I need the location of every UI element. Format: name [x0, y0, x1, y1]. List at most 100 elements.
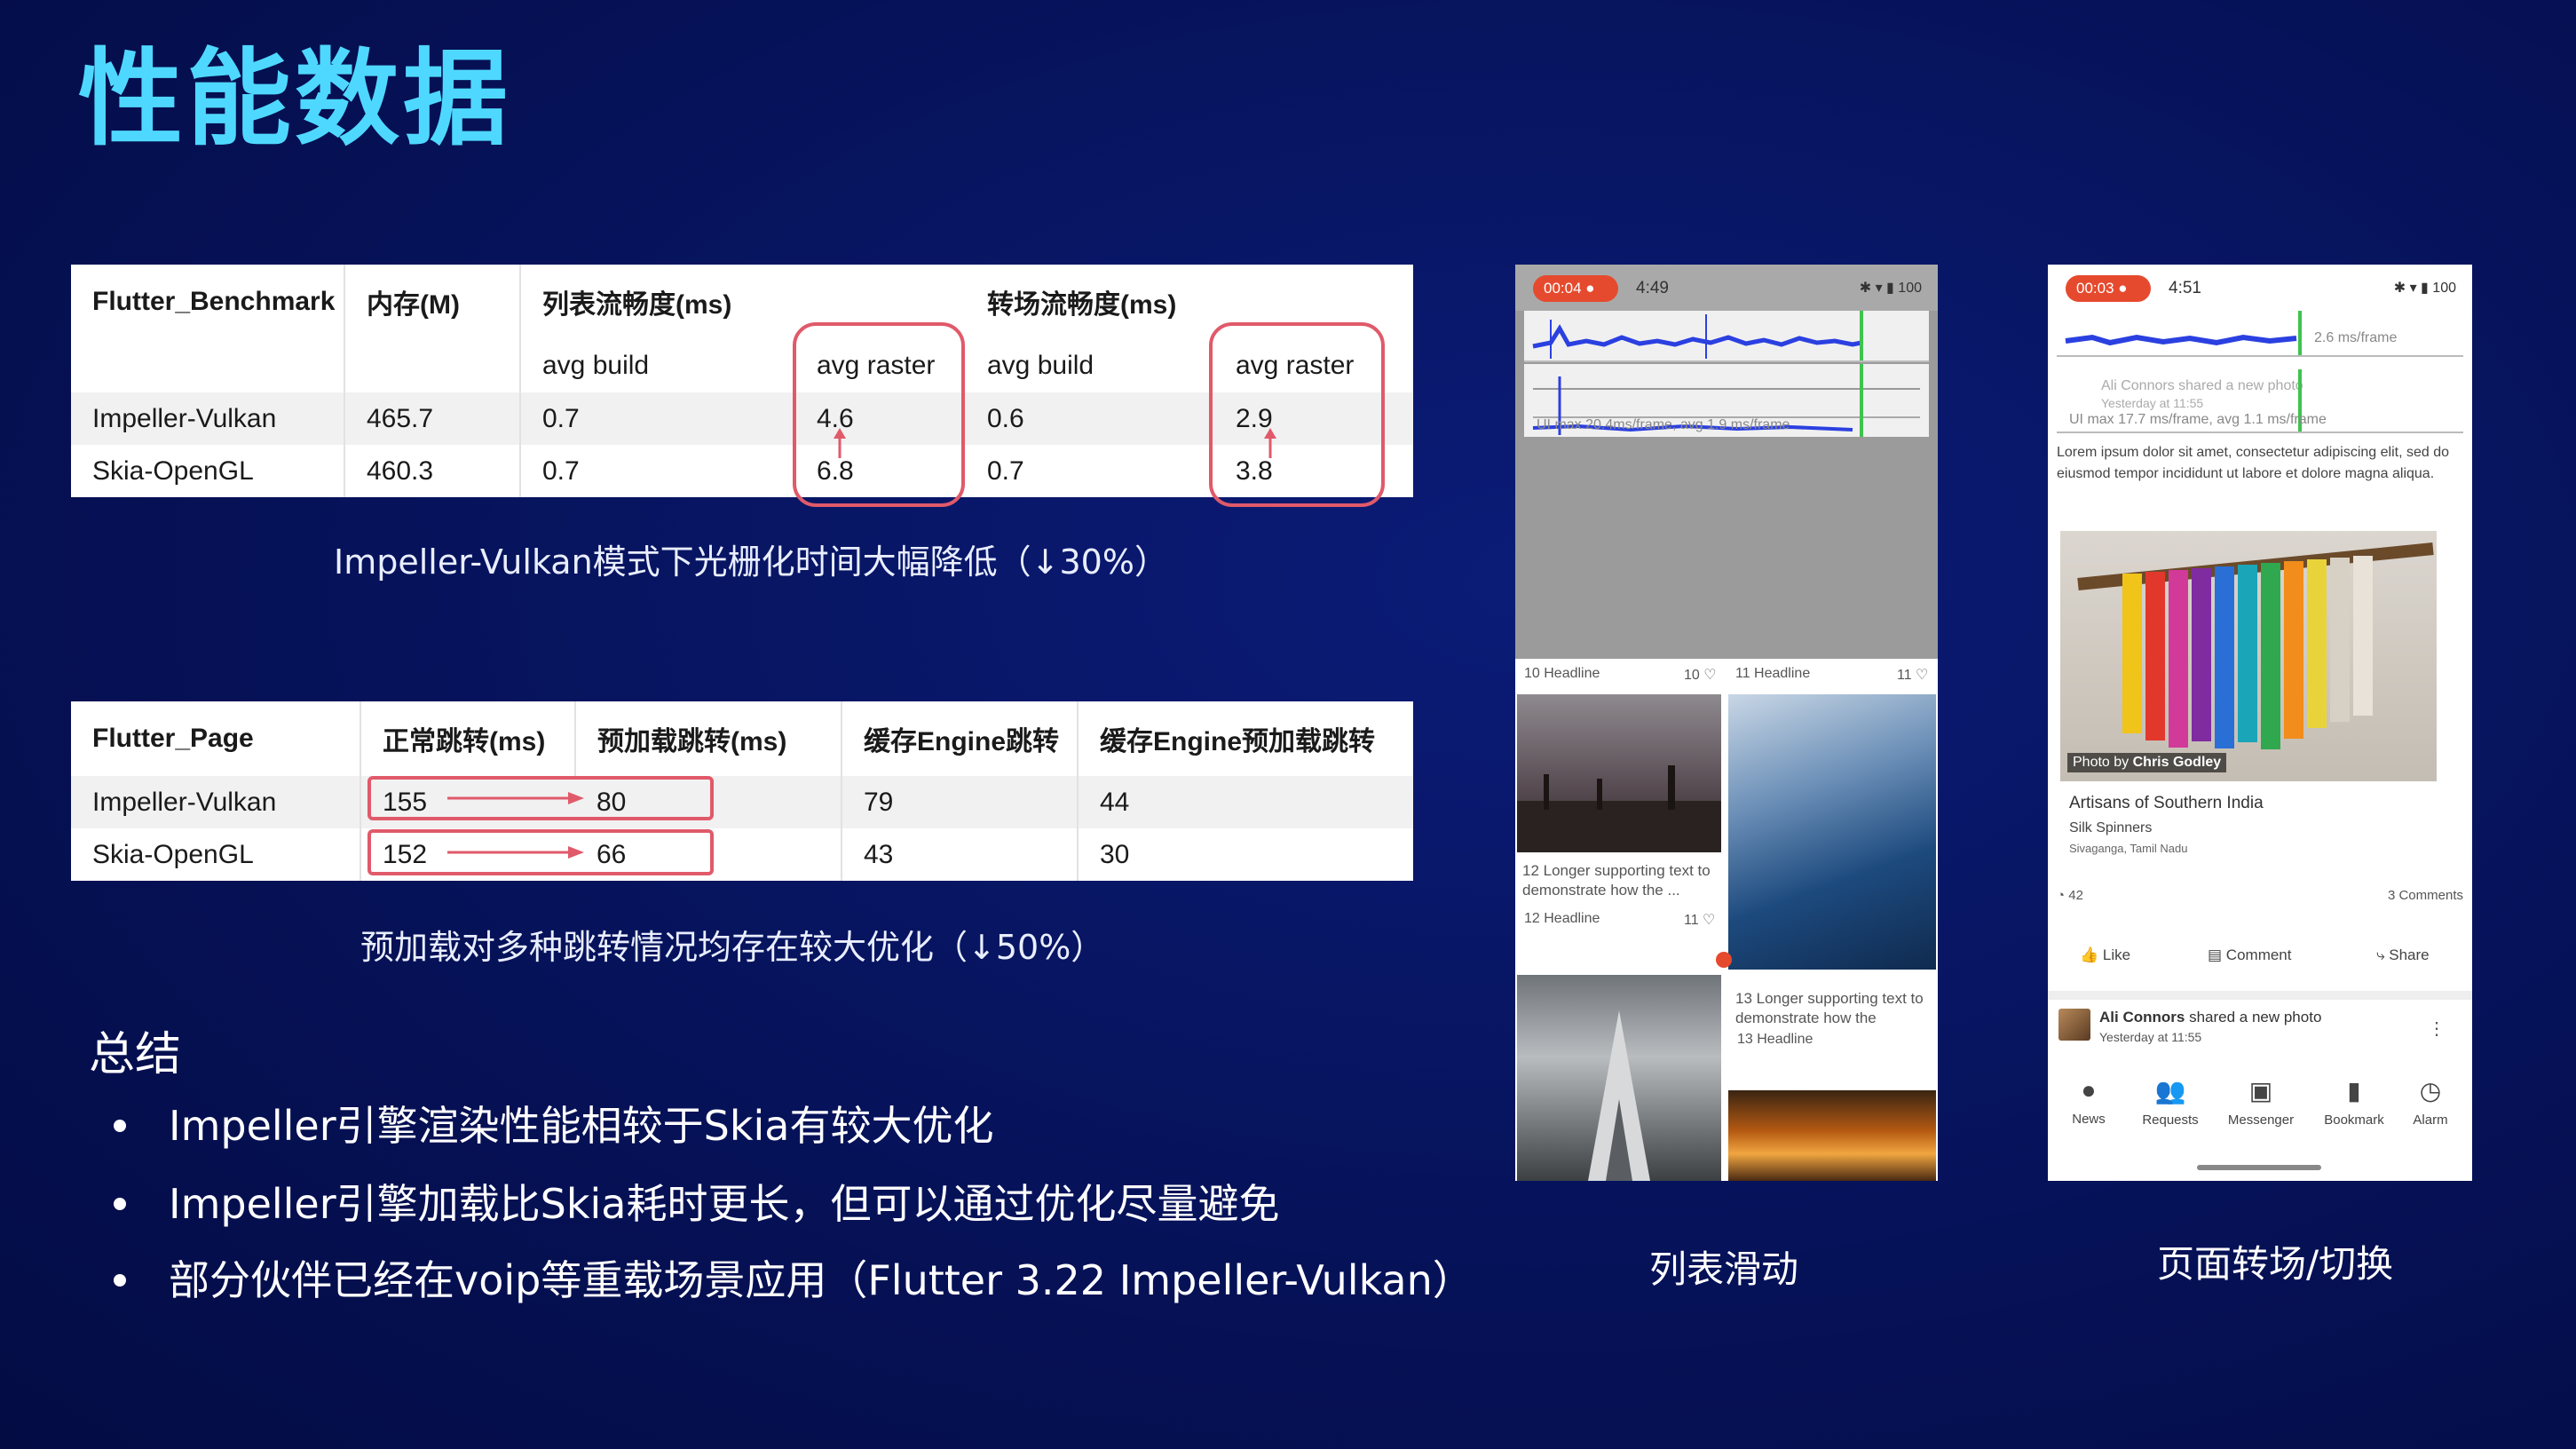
header-cached-engine-preload-jump: 缓存Engine预加载跳转 — [1100, 727, 1376, 756]
summary-bullet: 部分伙伴已经在voip等重载场景应用（Flutter 3.22 Impeller… — [114, 1248, 1474, 1307]
row-name: Impeller-Vulkan — [71, 392, 345, 445]
news-icon: ● — [2081, 1076, 2097, 1104]
grid-item-headline: 13 Headline — [1737, 1032, 1813, 1047]
summary-bullet: Impeller引擎渲染性能相较于Skia有较大优化 — [114, 1094, 993, 1152]
card-title: Artisans of Southern India — [2069, 794, 2264, 812]
header-memory: 内存(M) — [344, 265, 521, 339]
status-clock: 4:51 — [2169, 279, 2201, 297]
cell-trans-build: 0.7 — [987, 455, 1024, 486]
highlight-impeller-jump — [367, 776, 714, 820]
cell-cached-preload: 44 — [1078, 776, 1413, 828]
cell-trans-build: 0.6 — [966, 392, 1214, 445]
table1-caption: Impeller-Vulkan模式下光栅化时间大幅降低（↓30%） — [334, 542, 1168, 582]
grid-item-count: 11 ♡ — [1684, 913, 1716, 928]
post-header: Ali Connors shared a new photo — [2099, 1009, 2322, 1025]
perf-label-top: 2.6 ms/frame — [2314, 330, 2398, 345]
page-jump-table: Flutter_Page 正常跳转(ms) 预加载跳转(ms) 缓存Engine… — [71, 701, 1413, 881]
subheader-list-avg-build: avg build — [542, 351, 650, 380]
comment-count[interactable]: 3 Comments — [2388, 888, 2463, 903]
row-name: Skia-OpenGL — [71, 828, 361, 881]
grid-list[interactable]: 10 Headline 10 ♡ 11 Headline 11 ♡ 12 Lon… — [1515, 659, 1938, 1181]
thumbs-up-icon: 👍 — [2080, 946, 2099, 963]
recording-indicator: 00:04 ● — [1533, 275, 1618, 302]
highlight-trans-raster — [1209, 322, 1385, 507]
grid-image-fire[interactable] — [1728, 1090, 1936, 1181]
cell-memory: 465.7 — [344, 392, 521, 445]
grid-image-sunset-bridge[interactable] — [1517, 694, 1721, 852]
summary-title: 总结 — [89, 1028, 182, 1081]
status-bar: 00:04 ● 4:49 ✱ ▾ ▮ 100 — [1515, 265, 1938, 311]
header-benchmark: Flutter_Benchmark — [71, 265, 345, 339]
cell-list-build: 0.7 — [542, 455, 580, 486]
grid-item-text: 12 Longer supporting text to demonstrate… — [1522, 862, 1711, 899]
bottom-navigation: ● News 👥 Requests ▣ Messenger ▮ Bookmark ◷ Al… — [2048, 1057, 2472, 1181]
faded-post-header: Ali Connors shared a new photo — [2101, 378, 2303, 393]
perf-label: UI max 17.7 ms/frame, avg 1.1 ms/frame — [2069, 412, 2327, 427]
summary-bullet: Impeller引擎加载比Skia耗时更长，但可以通过优化尽量避免 — [114, 1172, 1279, 1231]
cell-memory: 460.3 — [344, 445, 521, 497]
empty-area — [1515, 437, 1938, 659]
bullet-dot-icon — [114, 1273, 126, 1287]
page-title: 性能数据 — [78, 37, 512, 160]
perf-overlay-ui: Ali Connors shared a new photo Yesterday… — [2057, 369, 2463, 433]
cell-cached: 43 — [842, 828, 1079, 881]
perf-graph — [1532, 314, 1862, 359]
phone-screenshot-list-scroll: 00:04 ● 4:49 ✱ ▾ ▮ 100 UI max 20.4ms/fra… — [1515, 265, 1938, 1181]
header-page: Flutter_Page — [71, 701, 361, 776]
share-button[interactable]: ⤷ Share — [2376, 946, 2430, 964]
people-icon: 👥 — [2154, 1077, 2186, 1105]
perf-label: UI max 20.4ms/frame, avg 1.9 ms/frame — [1537, 417, 1790, 432]
grid-item-count: 10 ♡ — [1684, 668, 1717, 683]
benchmark-header-row: Flutter_Benchmark 内存(M) 列表流畅度(ms) 转场流畅度(… — [71, 265, 1413, 339]
bullet-dot-icon — [114, 1119, 126, 1132]
page-jump-header-row: Flutter_Page 正常跳转(ms) 预加载跳转(ms) 缓存Engine… — [71, 701, 1413, 776]
like-button[interactable]: 👍 Like — [2080, 946, 2130, 964]
nav-messenger[interactable]: ▣ Messenger — [2221, 1076, 2301, 1128]
bookmark-icon: ▮ — [2347, 1077, 2361, 1105]
perf-overlay-raster — [1524, 311, 1929, 362]
status-bar: 00:03 ● 4:51 ✱ ▾ ▮ 100 — [2048, 265, 2472, 311]
highlight-list-raster — [793, 322, 965, 507]
subheader-trans-avg-build: avg build — [987, 351, 1094, 380]
status-clock: 4:49 — [1636, 279, 1669, 297]
grid-item-headline: 12 Headline — [1524, 911, 1600, 926]
table-row: Impeller-Vulkan 155 80 79 44 — [71, 776, 1413, 828]
header-normal-jump: 正常跳转(ms) — [360, 701, 576, 776]
grid-item-text: 13 Longer supporting text to demonstrate… — [1735, 990, 1924, 1026]
card-location: Sivaganga, Tamil Nadu — [2069, 842, 2188, 855]
system-icons: ✱ ▾ ▮ 100 — [2393, 281, 2456, 296]
phone2-caption: 页面转场/切换 — [2157, 1242, 2394, 1286]
divider — [2048, 991, 2472, 1000]
header-preload-jump: 预加载跳转(ms) — [575, 701, 842, 776]
table-row: Skia-OpenGL 152 66 43 30 — [71, 828, 1413, 881]
grid-item-headline: 10 Headline — [1524, 666, 1600, 681]
grid-item-headline: 11 Headline — [1735, 666, 1811, 681]
perf-overlay-ui: UI max 20.4ms/frame, avg 1.9 ms/frame — [1524, 364, 1929, 439]
grid-image-wave[interactable] — [1728, 694, 1936, 970]
post-time: Yesterday at 11:55 — [2099, 1030, 2202, 1044]
touch-indicator — [1716, 952, 1732, 968]
perf-graph — [2065, 334, 2297, 346]
post-body-text: Lorem ipsum dolor sit amet, consectetur … — [2057, 445, 2449, 481]
grid-image-lighthouse[interactable] — [1517, 975, 1721, 1181]
more-options-icon[interactable]: ⋮ — [2428, 1017, 2446, 1040]
faded-post-time: Yesterday at 11:55 — [2101, 396, 2204, 410]
table2-caption: 预加载对多种跳转情况均存在较大优化（↓50%） — [360, 928, 1105, 967]
header-cached-engine-jump: 缓存Engine跳转 — [842, 701, 1079, 776]
system-icons: ✱ ▾ ▮ 100 — [1859, 281, 1922, 296]
chat-icon: ▣ — [2248, 1077, 2273, 1105]
nav-alarm[interactable]: ◷ Alarm — [2390, 1076, 2470, 1128]
highlight-skia-jump — [367, 829, 714, 875]
nav-bookmark[interactable]: ▮ Bookmark — [2314, 1076, 2394, 1128]
comment-icon: ▤ — [2208, 946, 2223, 963]
home-indicator[interactable] — [2197, 1165, 2321, 1170]
grid-item-count: 11 ♡ — [1897, 668, 1929, 683]
comment-button[interactable]: ▤ Comment — [2208, 946, 2291, 964]
nav-requests[interactable]: 👥 Requests — [2130, 1076, 2210, 1128]
phone1-caption: 列表滑动 — [1649, 1247, 1799, 1291]
row-name: Impeller-Vulkan — [71, 776, 361, 828]
phone-screenshot-page-transition: 00:03 ● 4:51 ✱ ▾ ▮ 100 2.6 ms/frame Ali … — [2048, 265, 2472, 1181]
nav-news[interactable]: ● News — [2049, 1076, 2129, 1127]
post-photo-silk[interactable]: Photo by Chris Godley — [2060, 531, 2437, 781]
perf-overlay-raster: 2.6 ms/frame — [2057, 311, 2463, 357]
